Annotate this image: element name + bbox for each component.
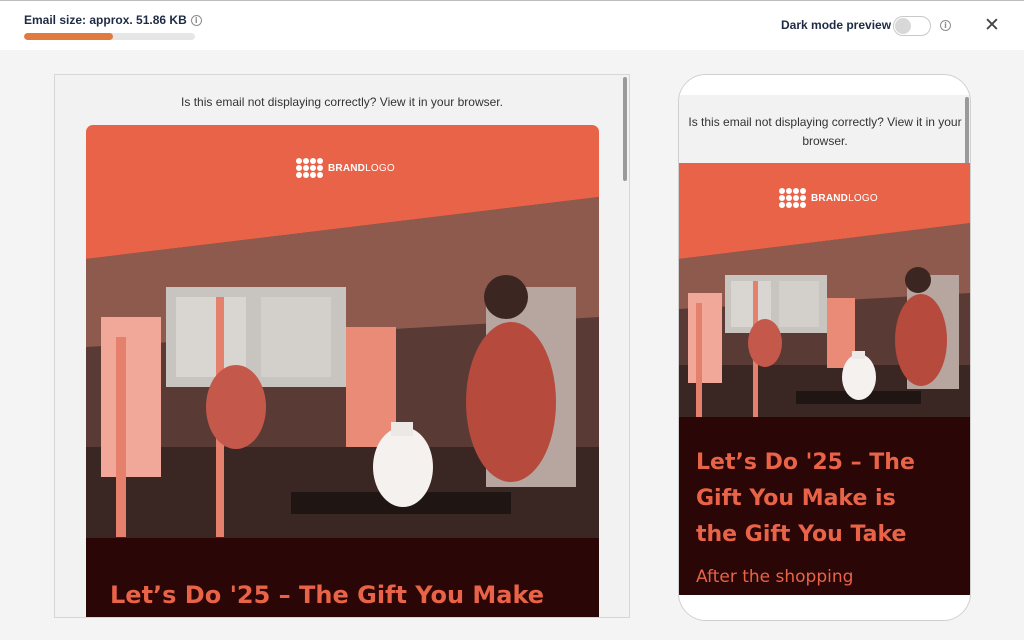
email-headline: Let’s Do '25 – The Gift You Make (110, 581, 545, 609)
headline-line: Let’s Do '25 – The (696, 450, 915, 475)
brand-logo: BRAND LOGO (296, 158, 395, 178)
email-size-progress (24, 33, 195, 40)
email-body: BRAND LOGO Let’s Do '25 – The Gift You Ma… (86, 125, 599, 617)
dark-mode-label: Dark mode preview (781, 18, 892, 32)
logo-mark-icon (296, 158, 323, 178)
dark-mode-toggle[interactable] (893, 16, 931, 36)
preheader-link[interactable]: Is this email not displaying correctly? … (685, 113, 965, 150)
email-subheadline: After the shopping (696, 567, 854, 587)
info-icon[interactable]: i (190, 15, 202, 26)
email-size-progress-fill (24, 33, 113, 40)
logo-text: LOGO (848, 192, 878, 204)
phone-top-bezel (679, 75, 970, 95)
email-size-text: Email size: approx. 51.86 KB (24, 13, 187, 27)
preview-toolbar: Email size: approx. 51.86 KB i Dark mode … (0, 0, 1024, 50)
logo-text: LOGO (365, 162, 395, 174)
email-body: BRAND LOGO Let’s Do '25 – The Gift You Ma… (679, 163, 970, 595)
close-icon[interactable]: ✕ (983, 15, 1001, 35)
toggle-knob (895, 18, 911, 34)
scrollbar[interactable] (623, 77, 627, 181)
logo-text-bold: BRAND (328, 162, 366, 174)
headline-line: the Gift You Take (696, 522, 907, 547)
headline-line: Gift You Make is (696, 486, 896, 511)
phone-bottom-bezel (679, 597, 970, 620)
brand-logo: BRAND LOGO (779, 188, 878, 208)
info-icon[interactable]: i (940, 20, 951, 31)
email-headline: Let’s Do '25 – The Gift You Make is the … (696, 445, 915, 553)
logo-mark-icon (779, 188, 806, 208)
hero-image (679, 223, 970, 417)
preheader-link[interactable]: Is this email not displaying correctly? … (55, 95, 629, 109)
mobile-preview[interactable]: Is this email not displaying correctly? … (678, 74, 971, 621)
desktop-preview[interactable]: Is this email not displaying correctly? … (54, 74, 630, 618)
logo-text-bold: BRAND (811, 192, 849, 204)
hero-image (86, 197, 599, 538)
email-size-label: Email size: approx. 51.86 KB i (24, 13, 202, 27)
